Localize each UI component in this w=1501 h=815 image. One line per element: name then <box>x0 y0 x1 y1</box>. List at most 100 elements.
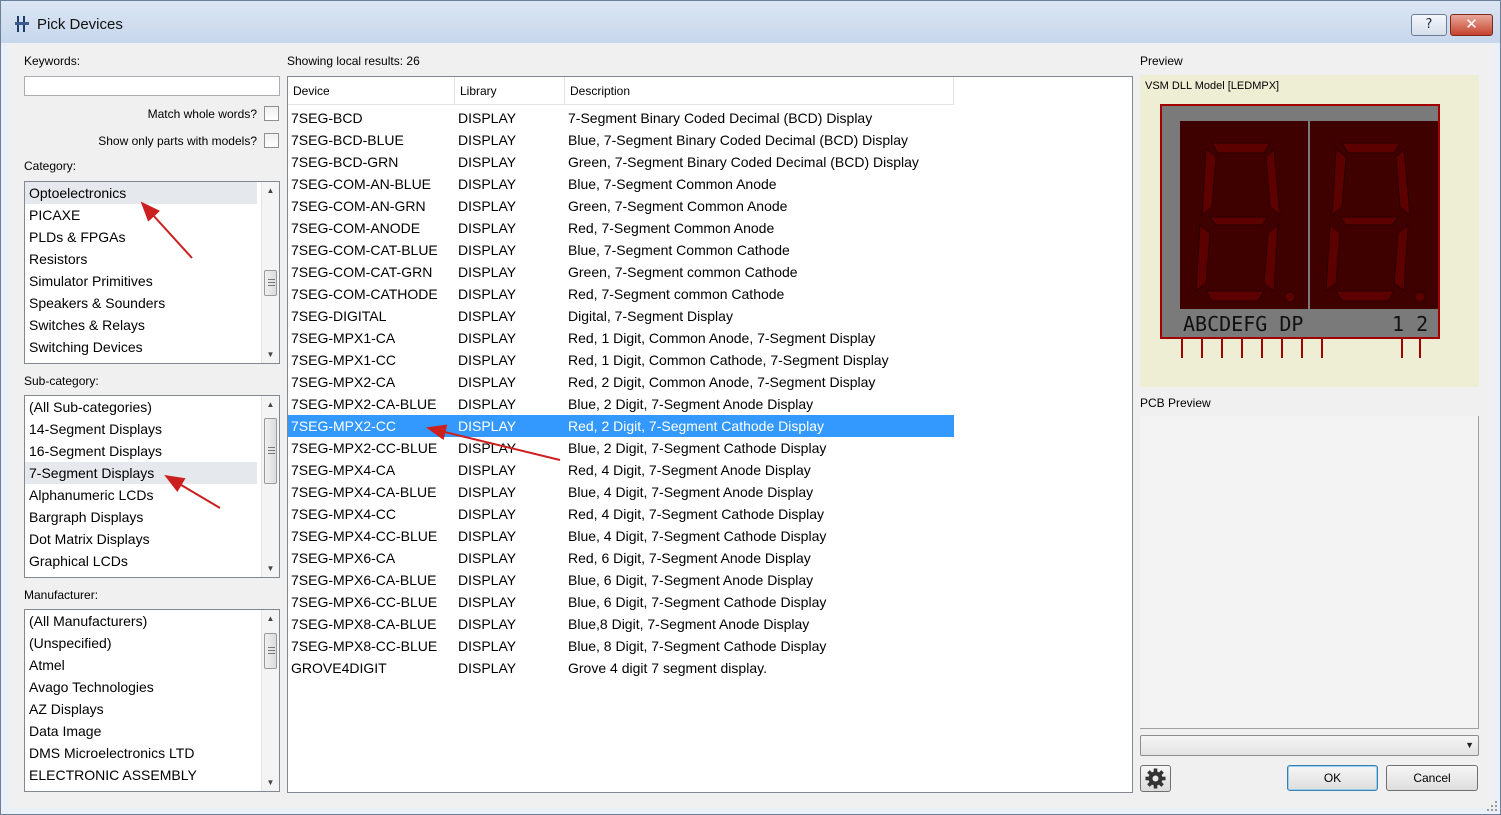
manufacturer-list[interactable]: (All Manufacturers) (Unspecified) Atmel … <box>24 609 280 792</box>
list-item[interactable]: PLDs & FPGAs <box>25 226 257 248</box>
settings-button[interactable] <box>1140 765 1171 792</box>
table-row[interactable]: 7SEG-MPX6-CA-BLUE DISPLAY Blue, 6 Digit, 7… <box>288 569 954 591</box>
description-cell: Blue, 4 Digit, 7-Segment Cathode Display <box>568 528 827 544</box>
table-row[interactable]: 7SEG-MPX6-CC-BLUE DISPLAY Blue, 6 Digit, 7… <box>288 591 954 613</box>
close-button[interactable]: ✕ <box>1450 14 1493 36</box>
table-row[interactable]: 7SEG-COM-AN-GRN DISPLAY Green, 7-Segment C… <box>288 195 954 217</box>
table-row[interactable]: 7SEG-BCD-GRN DISPLAY Green, 7-Segment Bina… <box>288 151 954 173</box>
table-row[interactable]: 7SEG-BCD DISPLAY 7-Segment Binary Coded De… <box>288 107 954 129</box>
library-cell: DISPLAY <box>458 220 517 236</box>
library-cell: DISPLAY <box>458 198 517 214</box>
column-header-description[interactable]: Description <box>565 77 954 105</box>
list-item[interactable]: Avago Technologies <box>25 676 257 698</box>
list-item[interactable]: Bargraph Displays <box>25 506 257 528</box>
table-row[interactable]: 7SEG-MPX2-CC-BLUE DISPLAY Blue, 2 Digit, 7… <box>288 437 954 459</box>
list-item[interactable]: AZ Displays <box>25 698 257 720</box>
column-header-library[interactable]: Library <box>455 77 565 105</box>
device-cell: 7SEG-BCD-GRN <box>291 154 399 170</box>
list-item[interactable]: 16-Segment Displays <box>25 440 257 462</box>
column-header-device[interactable]: Device <box>288 77 455 105</box>
only-models-checkbox[interactable] <box>264 133 279 148</box>
resize-grip-icon[interactable] <box>1486 800 1498 812</box>
only-models-label: Show only parts with models? <box>98 134 257 148</box>
list-item[interactable]: DMS Microelectronics LTD <box>25 742 257 764</box>
list-item[interactable]: 14-Segment Displays <box>25 418 257 440</box>
table-row[interactable]: 7SEG-MPX4-CC-BLUE DISPLAY Blue, 4 Digit, 7… <box>288 525 954 547</box>
keywords-input[interactable] <box>24 76 280 96</box>
list-item[interactable]: Dot Matrix Displays <box>25 528 257 550</box>
table-row[interactable]: 7SEG-COM-ANODE DISPLAY Red, 7-Segment Comm… <box>288 217 954 239</box>
list-item[interactable]: Alphanumeric LCDs <box>25 484 257 506</box>
list-item[interactable]: (Unspecified) <box>25 632 257 654</box>
device-cell: 7SEG-MPX6-CC-BLUE <box>291 594 438 610</box>
table-row[interactable]: 7SEG-MPX2-CA-BLUE DISPLAY Blue, 2 Digit, 7… <box>288 393 954 415</box>
device-cell: 7SEG-MPX2-CA-BLUE <box>291 396 437 412</box>
scroll-thumb[interactable] <box>264 270 277 296</box>
table-row[interactable]: 7SEG-DIGITAL DISPLAY Digital, 7-Segment Di… <box>288 305 954 327</box>
ok-button[interactable]: OK <box>1287 765 1378 791</box>
table-row[interactable]: 7SEG-MPX2-CA DISPLAY Red, 2 Digit, Common … <box>288 371 954 393</box>
list-item[interactable]: Atmel <box>25 654 257 676</box>
list-item[interactable]: ELECTRONIC ASSEMBLY <box>25 764 257 786</box>
table-row[interactable]: 7SEG-MPX2-CC DISPLAY Red, 2 Digit, 7-Segme… <box>288 415 954 437</box>
library-cell: DISPLAY <box>458 572 517 588</box>
list-item[interactable]: Speakers & Sounders <box>25 292 257 314</box>
description-cell: Green, 7-Segment Binary Coded Decimal (B… <box>568 154 919 170</box>
table-row[interactable]: 7SEG-COM-CAT-GRN DISPLAY Green, 7-Segment … <box>288 261 954 283</box>
list-item[interactable]: Switches & Relays <box>25 314 257 336</box>
description-cell: Blue, 4 Digit, 7-Segment Anode Display <box>568 484 814 500</box>
scroll-down-icon[interactable]: ▼ <box>262 774 279 791</box>
list-item[interactable]: Simulator Primitives <box>25 270 257 292</box>
help-button[interactable]: ? <box>1411 14 1447 36</box>
scroll-down-icon[interactable]: ▼ <box>262 346 279 363</box>
table-row[interactable]: 7SEG-MPX4-CA-BLUE DISPLAY Blue, 4 Digit, 7… <box>288 481 954 503</box>
library-cell: DISPLAY <box>458 506 517 522</box>
device-cell: 7SEG-MPX2-CC-BLUE <box>291 440 438 456</box>
table-row[interactable]: 7SEG-MPX4-CA DISPLAY Red, 4 Digit, 7-Segme… <box>288 459 954 481</box>
category-list[interactable]: Optoelectronics PICAXE PLDs & FPGAs Resi… <box>24 181 280 364</box>
subcategory-list[interactable]: (All Sub-categories) 14-Segment Displays… <box>24 395 280 578</box>
scroll-thumb[interactable] <box>264 418 277 484</box>
list-item[interactable]: PICAXE <box>25 204 257 226</box>
table-row[interactable]: 7SEG-COM-CAT-BLUE DISPLAY Blue, 7-Segment … <box>288 239 954 261</box>
list-item[interactable]: 7-Segment Displays <box>25 462 257 484</box>
package-select[interactable]: ▼ <box>1140 735 1479 756</box>
description-cell: Red, 4 Digit, 7-Segment Anode Display <box>568 462 811 478</box>
cancel-button[interactable]: Cancel <box>1386 765 1478 791</box>
manufacturer-scrollbar[interactable]: ▲ ▼ <box>261 610 279 791</box>
description-cell: Blue, 2 Digit, 7-Segment Cathode Display <box>568 440 827 456</box>
list-item[interactable]: (All Sub-categories) <box>25 396 257 418</box>
scroll-thumb[interactable] <box>264 633 277 669</box>
library-cell: DISPLAY <box>458 484 517 500</box>
title-bar[interactable]: Pick Devices ? ✕ <box>1 1 1500 43</box>
category-scrollbar[interactable]: ▲ ▼ <box>261 182 279 363</box>
table-row[interactable]: GROVE4DIGIT DISPLAY Grove 4 digit 7 segmen… <box>288 657 954 679</box>
list-item[interactable]: Graphical LCDs <box>25 550 257 572</box>
device-table[interactable]: Device Library Description 7SEG-BCD DISPL… <box>287 76 1133 793</box>
match-whole-words-checkbox[interactable] <box>264 106 279 121</box>
table-row[interactable]: 7SEG-BCD-BLUE DISPLAY Blue, 7-Segment Bina… <box>288 129 954 151</box>
scroll-up-icon[interactable]: ▲ <box>262 182 279 199</box>
table-row[interactable]: 7SEG-MPX1-CA DISPLAY Red, 1 Digit, Common … <box>288 327 954 349</box>
list-item[interactable]: Data Image <box>25 720 257 742</box>
device-cell: 7SEG-DIGITAL <box>291 308 387 324</box>
description-cell: Blue, 2 Digit, 7-Segment Anode Display <box>568 396 814 412</box>
scroll-down-icon[interactable]: ▼ <box>262 560 279 577</box>
subcategory-scrollbar[interactable]: ▲ ▼ <box>261 396 279 577</box>
library-cell: DISPLAY <box>458 286 517 302</box>
scroll-up-icon[interactable]: ▲ <box>262 610 279 627</box>
description-cell: Blue, 7-Segment Common Cathode <box>568 242 790 258</box>
list-item[interactable]: Optoelectronics <box>25 182 257 204</box>
description-cell: Digital, 7-Segment Display <box>568 308 733 324</box>
list-item[interactable]: (All Manufacturers) <box>25 610 257 632</box>
table-row[interactable]: 7SEG-COM-CATHODE DISPLAY Red, 7-Segment co… <box>288 283 954 305</box>
table-row[interactable]: 7SEG-MPX4-CC DISPLAY Red, 4 Digit, 7-Segme… <box>288 503 954 525</box>
table-row[interactable]: 7SEG-MPX6-CA DISPLAY Red, 6 Digit, 7-Segme… <box>288 547 954 569</box>
table-row[interactable]: 7SEG-MPX8-CA-BLUE DISPLAY Blue,8 Digit, 7-… <box>288 613 954 635</box>
scroll-up-icon[interactable]: ▲ <box>262 396 279 413</box>
list-item[interactable]: Switching Devices <box>25 336 257 358</box>
list-item[interactable]: Resistors <box>25 248 257 270</box>
table-row[interactable]: 7SEG-MPX1-CC DISPLAY Red, 1 Digit, Common … <box>288 349 954 371</box>
table-row[interactable]: 7SEG-MPX8-CC-BLUE DISPLAY Blue, 8 Digit, 7… <box>288 635 954 657</box>
table-row[interactable]: 7SEG-COM-AN-BLUE DISPLAY Blue, 7-Segment C… <box>288 173 954 195</box>
